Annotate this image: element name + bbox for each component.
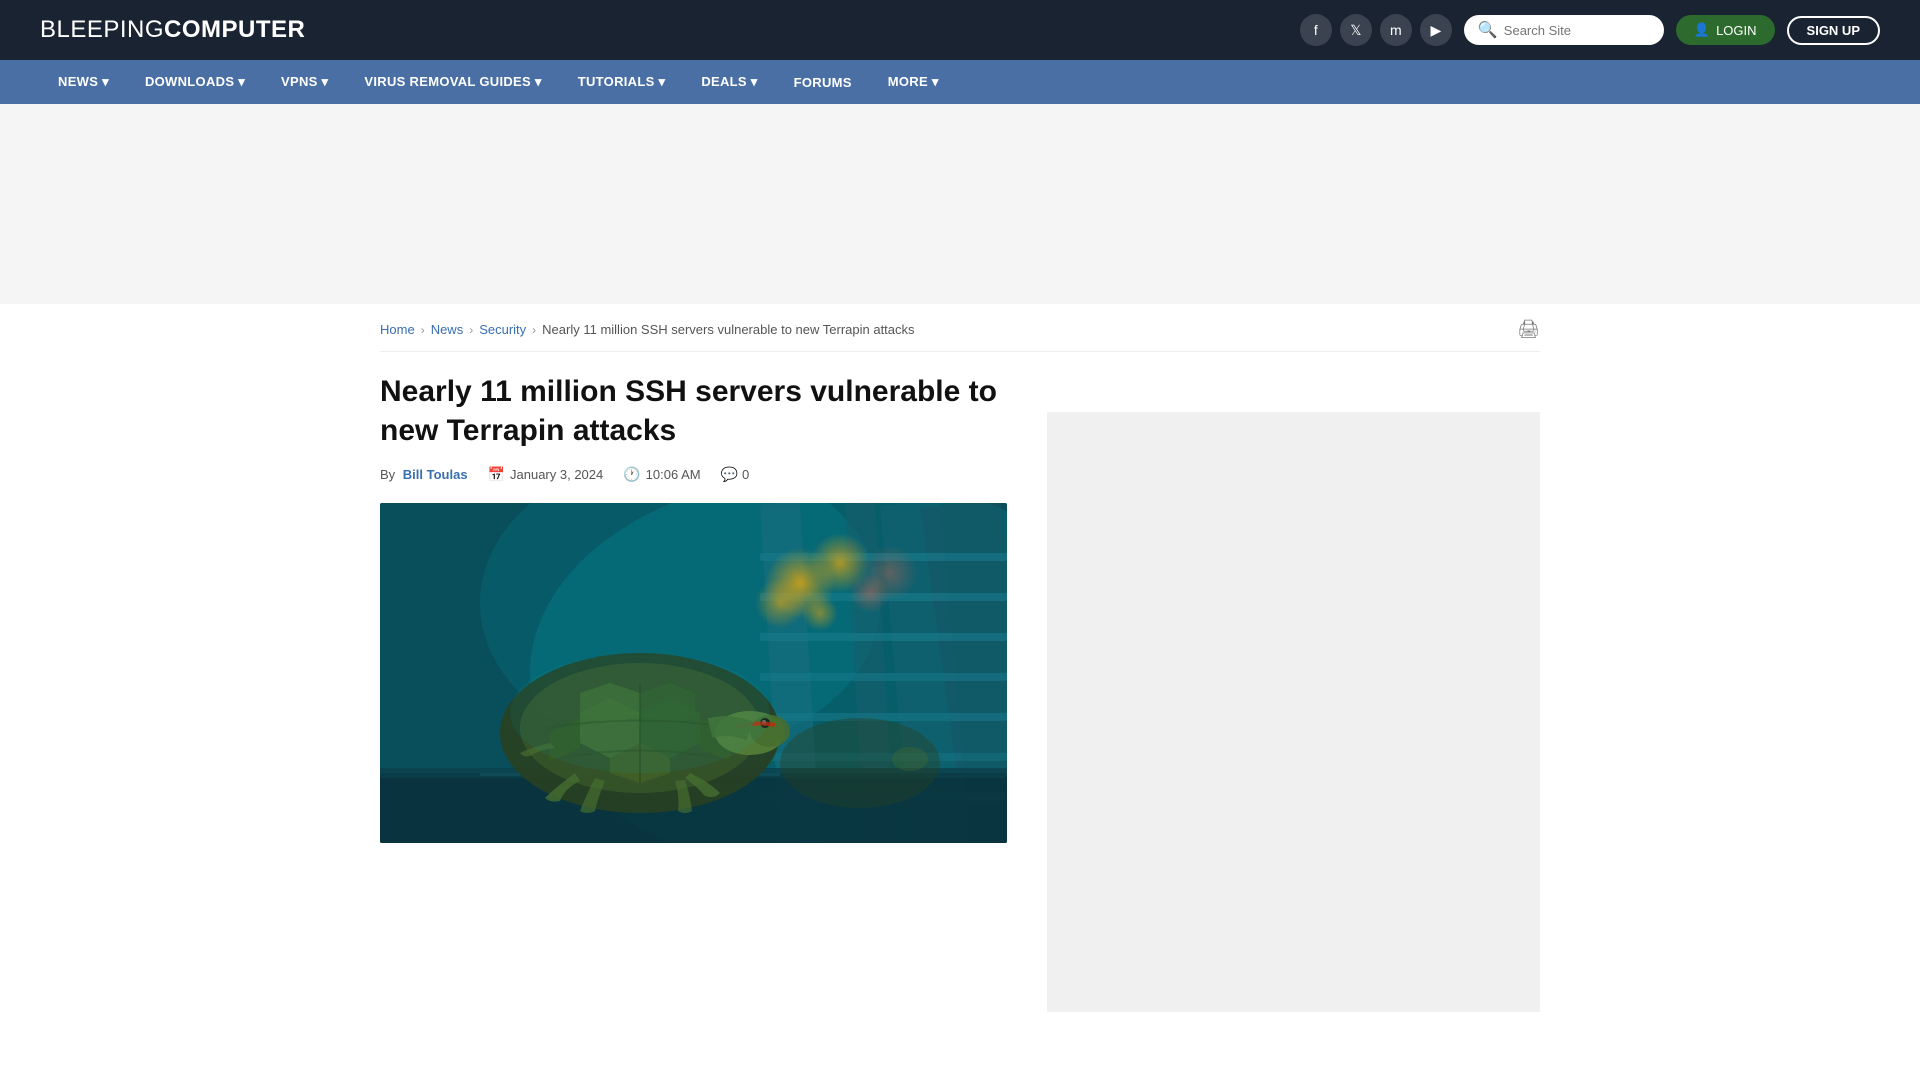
login-button[interactable]: 👤 LOGIN — [1676, 15, 1775, 45]
nav-virus[interactable]: VIRUS REMOVAL GUIDES ▾ — [346, 60, 559, 104]
article-column: Nearly 11 million SSH servers vulnerable… — [380, 352, 1007, 1012]
article-title: Nearly 11 million SSH servers vulnerable… — [380, 372, 1007, 450]
nav-more-label: MORE ▾ — [888, 74, 939, 90]
signup-label: SIGN UP — [1807, 23, 1860, 38]
sidebar-advertisement — [1047, 412, 1540, 1012]
nav-news-label: NEWS ▾ — [58, 74, 109, 90]
search-box[interactable]: 🔍 — [1464, 15, 1664, 45]
article-meta: By Bill Toulas 📅 January 3, 2024 🕐 10:06… — [380, 466, 1007, 483]
nav-virus-label: VIRUS REMOVAL GUIDES ▾ — [364, 74, 541, 90]
social-icons: f 𝕏 m ▶ — [1300, 14, 1452, 46]
content-wrapper: Home › News › Security › Nearly 11 milli… — [360, 304, 1560, 1012]
nav-downloads[interactable]: DOWNLOADS ▾ — [127, 60, 263, 104]
comment-icon: 💬 — [721, 466, 738, 483]
nav-vpns-label: VPNS ▾ — [281, 74, 328, 90]
by-label: By Bill Toulas — [380, 467, 468, 482]
main-nav: NEWS ▾ DOWNLOADS ▾ VPNS ▾ VIRUS REMOVAL … — [0, 60, 1920, 104]
facebook-icon[interactable]: f — [1300, 14, 1332, 46]
breadcrumb: Home › News › Security › Nearly 11 milli… — [380, 304, 1540, 352]
sidebar-column — [1047, 352, 1540, 1012]
page-layout: Nearly 11 million SSH servers vulnerable… — [380, 352, 1540, 1012]
print-icon[interactable]: 🖨 — [1517, 319, 1540, 340]
comment-count: 0 — [742, 467, 749, 482]
nav-tutorials[interactable]: TUTORIALS ▾ — [560, 60, 684, 104]
calendar-icon: 📅 — [488, 466, 505, 483]
nav-deals[interactable]: DEALS ▾ — [683, 60, 775, 104]
search-input[interactable] — [1504, 23, 1650, 38]
breadcrumb-news[interactable]: News — [431, 322, 464, 337]
login-label: LOGIN — [1716, 23, 1756, 38]
time-meta: 🕐 10:06 AM — [623, 466, 700, 483]
user-icon: 👤 — [1694, 22, 1710, 38]
nav-vpns[interactable]: VPNS ▾ — [263, 60, 346, 104]
breadcrumb-sep-3: › — [532, 323, 536, 337]
twitter-icon[interactable]: 𝕏 — [1340, 14, 1372, 46]
article-date: January 3, 2024 — [510, 467, 603, 482]
nav-deals-label: DEALS ▾ — [701, 74, 757, 90]
breadcrumb-security[interactable]: Security — [479, 322, 526, 337]
comment-meta: 💬 0 — [721, 466, 750, 483]
site-header: BLEEPINGCOMPUTER f 𝕏 m ▶ 🔍 👤 LOGIN SIGN … — [0, 0, 1920, 60]
ad-banner — [0, 104, 1920, 304]
mastodon-icon[interactable]: m — [1380, 14, 1412, 46]
breadcrumb-sep-2: › — [469, 323, 473, 337]
youtube-icon[interactable]: ▶ — [1420, 14, 1452, 46]
breadcrumb-home[interactable]: Home — [380, 322, 415, 337]
nav-news[interactable]: NEWS ▾ — [40, 60, 127, 104]
logo-bold-text: COMPUTER — [164, 16, 305, 43]
clock-icon: 🕐 — [623, 466, 640, 483]
article-image — [380, 503, 1007, 843]
article-time: 10:06 AM — [646, 467, 701, 482]
search-icon: 🔍 — [1478, 20, 1498, 40]
nav-forums[interactable]: FORUMS — [776, 60, 870, 104]
nav-downloads-label: DOWNLOADS ▾ — [145, 74, 245, 90]
breadcrumb-current: Nearly 11 million SSH servers vulnerable… — [542, 322, 914, 337]
nav-more[interactable]: MORE ▾ — [870, 60, 957, 104]
author-link[interactable]: Bill Toulas — [403, 467, 468, 482]
site-logo[interactable]: BLEEPINGCOMPUTER — [40, 16, 305, 44]
nav-tutorials-label: TUTORIALS ▾ — [578, 74, 666, 90]
signup-button[interactable]: SIGN UP — [1787, 16, 1880, 45]
date-meta: 📅 January 3, 2024 — [488, 466, 604, 483]
nav-forums-label: FORUMS — [794, 75, 852, 90]
by-text: By — [380, 467, 395, 482]
breadcrumb-sep-1: › — [421, 323, 425, 337]
header-right: f 𝕏 m ▶ 🔍 👤 LOGIN SIGN UP — [1300, 14, 1880, 46]
logo-light-text: BLEEPING — [40, 16, 164, 43]
